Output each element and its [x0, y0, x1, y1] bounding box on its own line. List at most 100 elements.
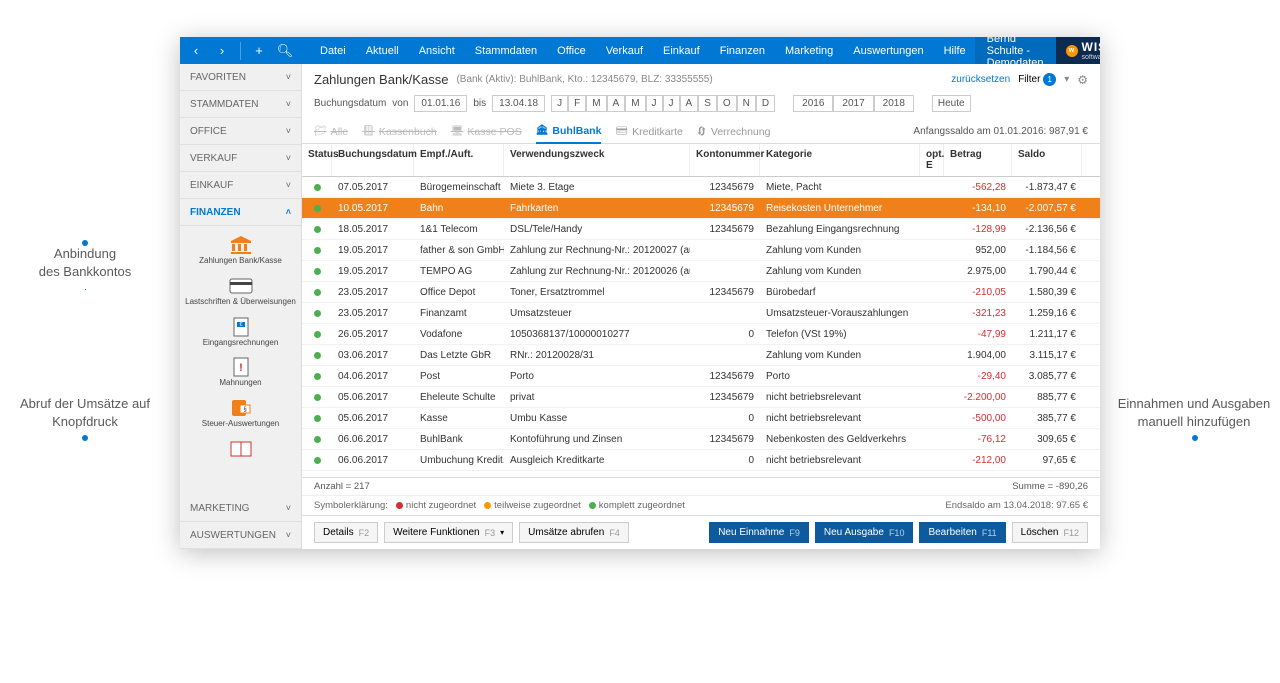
year-button[interactable]: 2017 — [833, 95, 873, 112]
menu-hilfe[interactable]: Hilfe — [935, 37, 975, 64]
tab-kasse-pos[interactable]: 🖥︎Kasse POS — [451, 120, 522, 144]
sidebar-cat-verkauf[interactable]: VERKAUF˅ — [180, 145, 301, 172]
dropdown-icon[interactable]: ▾ — [1064, 74, 1069, 85]
main: Zahlungen Bank/Kasse (Bank (Aktiv): Buhl… — [302, 64, 1100, 549]
nav-back-icon[interactable]: ‹ — [186, 41, 206, 61]
gear-icon[interactable]: ⚙ — [1077, 73, 1088, 87]
menu-auswertungen[interactable]: Auswertungen — [844, 37, 932, 64]
legend-item: teilweise zugeordnet — [484, 500, 581, 511]
status-dot-icon — [314, 373, 321, 380]
new-expense-button[interactable]: Neu AusgabeF10 — [815, 522, 914, 543]
table-row[interactable]: 10.05.2017BahnFahrkarten12345679Reisekos… — [302, 198, 1100, 219]
sidebar-item[interactable]: €Eingangsrechnungen — [180, 314, 301, 351]
menu-stammdaten[interactable]: Stammdaten — [466, 37, 546, 64]
col-kat[interactable]: Kategorie — [760, 144, 920, 176]
tab-verrechnung[interactable]: 🔄︎Verrechnung — [697, 120, 771, 144]
menu-marketing[interactable]: Marketing — [776, 37, 842, 64]
sidebar-cat-einkauf[interactable]: EINKAUF˅ — [180, 172, 301, 199]
topbar-menu: DateiAktuellAnsichtStammdatenOfficeVerka… — [311, 37, 975, 64]
status-dot-icon — [314, 352, 321, 359]
date-to-input[interactable]: 13.04.18 — [492, 95, 545, 112]
table-row[interactable]: 03.06.2017Das Letzte GbRRNr.: 20120028/3… — [302, 345, 1100, 366]
sidebar-item[interactable]: Lastschriften & Überweisungen — [180, 273, 301, 310]
month-button[interactable]: O — [717, 95, 737, 112]
table-row[interactable]: 05.06.2017Eheleute Schulteprivat12345679… — [302, 387, 1100, 408]
table-row[interactable]: 26.05.2017Vodafone1050368137/10000010277… — [302, 324, 1100, 345]
nav-search-icon[interactable]: 🔍︎ — [275, 41, 295, 61]
sidebar-item[interactable]: §Steuer-Auswertungen — [180, 395, 301, 432]
table-row[interactable]: 19.05.2017TEMPO AGZahlung zur Rechnung-N… — [302, 261, 1100, 282]
today-button[interactable]: Heute — [932, 95, 971, 112]
month-button[interactable]: J — [646, 95, 663, 112]
nav-forward-icon[interactable]: › — [212, 41, 232, 61]
menu-office[interactable]: Office — [548, 37, 595, 64]
table-row[interactable]: 18.05.20171&1 TelecomDSL/Tele/Handy12345… — [302, 219, 1100, 240]
year-button[interactable]: 2016 — [793, 95, 833, 112]
col-emp[interactable]: Empf./Auft. — [414, 144, 504, 176]
table-row[interactable]: 07.05.2017BürogemeinschaftMiete 3. Etage… — [302, 177, 1100, 198]
menu-ansicht[interactable]: Ansicht — [410, 37, 464, 64]
table-row[interactable]: 04.06.2017PostPorto12345679Porto-29,403.… — [302, 366, 1100, 387]
month-button[interactable]: J — [663, 95, 680, 112]
col-kto[interactable]: Kontonummer — [690, 144, 760, 176]
col-vz[interactable]: Verwendungszweck — [504, 144, 690, 176]
pos-icon: 🖥︎ — [451, 126, 464, 137]
sidebar-item[interactable]: Zahlungen Bank/Kasse — [180, 232, 301, 269]
details-button[interactable]: DetailsF2 — [314, 522, 378, 543]
status-dot-icon — [314, 205, 321, 212]
table-row[interactable]: 05.06.2017KasseUmbu Kasse0nicht betriebs… — [302, 408, 1100, 429]
sidebar-cat-finanzen[interactable]: FINANZEN˄ — [180, 199, 301, 226]
table-row[interactable]: 19.05.2017father & son GmbHZahlung zur R… — [302, 240, 1100, 261]
sidebar-item[interactable]: !Mahnungen — [180, 354, 301, 391]
reset-link[interactable]: zurücksetzen — [951, 74, 1010, 85]
col-opt[interactable]: opt. E — [920, 144, 944, 176]
tab-alle[interactable]: 📁︎Alle — [314, 120, 348, 144]
month-button[interactable]: A — [607, 95, 626, 112]
new-income-button[interactable]: Neu EinnahmeF9 — [709, 522, 809, 543]
col-status[interactable]: Status — [302, 144, 332, 176]
sidebar-cat-marketing[interactable]: MARKETING˅ — [180, 495, 301, 522]
table-row[interactable]: 06.06.2017BuhlBankKontoführung und Zinse… — [302, 429, 1100, 450]
warn-icon: ! — [228, 357, 254, 377]
month-button[interactable]: S — [698, 95, 717, 112]
date-from-input[interactable]: 01.01.16 — [414, 95, 467, 112]
table-row[interactable]: 06.06.2017Umbuchung Kredit...Ausgleich K… — [302, 450, 1100, 471]
delete-button[interactable]: LöschenF12 — [1012, 522, 1088, 543]
table-header: Status Buchungsdatum Empf./Auft. Verwend… — [302, 144, 1100, 177]
tab-buhlbank[interactable]: 🏦︎BuhlBank — [536, 120, 602, 144]
edit-button[interactable]: BearbeitenF11 — [919, 522, 1005, 543]
month-button[interactable]: J — [551, 95, 568, 112]
menu-aktuell[interactable]: Aktuell — [357, 37, 408, 64]
fetch-button[interactable]: Umsätze abrufenF4 — [519, 522, 629, 543]
month-button[interactable]: F — [568, 95, 586, 112]
menu-datei[interactable]: Datei — [311, 37, 355, 64]
table-row[interactable]: 23.05.2017Office DepotToner, Ersatztromm… — [302, 282, 1100, 303]
month-button[interactable]: N — [737, 95, 756, 112]
month-button[interactable]: D — [756, 95, 775, 112]
legend-item: nicht zugeordnet — [396, 500, 476, 511]
month-button[interactable]: M — [586, 95, 606, 112]
menu-einkauf[interactable]: Einkauf — [654, 37, 709, 64]
table-row[interactable]: 23.05.2017FinanzamtUmsatzsteuerUmsatzste… — [302, 303, 1100, 324]
sidebar-cat-stammdaten[interactable]: STAMMDATEN˅ — [180, 91, 301, 118]
month-button[interactable]: M — [625, 95, 645, 112]
tab-kreditkarte[interactable]: 💳︎Kreditkarte — [615, 120, 682, 144]
col-date[interactable]: Buchungsdatum — [332, 144, 414, 176]
nav-add-icon[interactable]: + — [249, 41, 269, 61]
tab-kassenbuch[interactable]: 📕︎Kassenbuch — [362, 120, 437, 144]
svg-text:€: € — [239, 322, 242, 328]
sidebar-item[interactable] — [180, 436, 301, 464]
sidebar-cat-favoriten[interactable]: FAVORITEN˅ — [180, 64, 301, 91]
col-saldo[interactable]: Saldo — [1012, 144, 1082, 176]
more-button[interactable]: Weitere FunktionenF3▾ — [384, 522, 513, 543]
year-button[interactable]: 2018 — [874, 95, 914, 112]
sidebar: FAVORITEN˅STAMMDATEN˅OFFICE˅VERKAUF˅EINK… — [180, 64, 302, 549]
topbar-user[interactable]: Bernd Schulte - Demodaten — [975, 37, 1056, 64]
menu-finanzen[interactable]: Finanzen — [711, 37, 774, 64]
month-button[interactable]: A — [680, 95, 699, 112]
filter-label[interactable]: Filter 1 — [1018, 73, 1056, 86]
menu-verkauf[interactable]: Verkauf — [597, 37, 652, 64]
sidebar-cat-auswertungen[interactable]: AUSWERTUNGEN˅ — [180, 522, 301, 549]
col-betrag[interactable]: Betrag — [944, 144, 1012, 176]
sidebar-cat-office[interactable]: OFFICE˅ — [180, 118, 301, 145]
